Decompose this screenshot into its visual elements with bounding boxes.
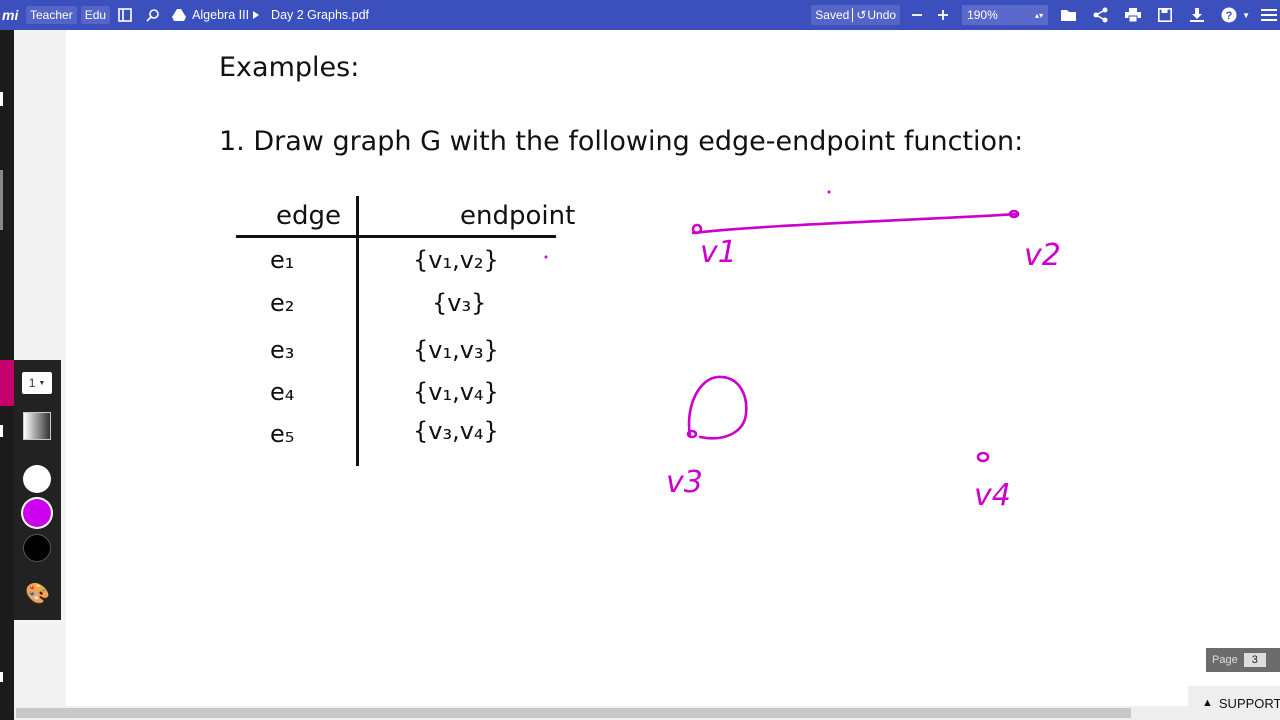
page-number-input[interactable]: 3 — [1243, 653, 1266, 667]
palette-icon[interactable]: 🎨 — [25, 582, 50, 606]
stepper-icon: ▴▾ — [1035, 10, 1044, 20]
save-status: Saved ↺ Undo — [811, 5, 901, 25]
breadcrumb-folder[interactable]: Algebra III — [192, 8, 249, 22]
col-header-edge: edge — [276, 201, 341, 231]
dropdown-caret-icon[interactable]: ▼ — [1242, 11, 1250, 20]
breadcrumb-chevron-icon — [249, 4, 263, 26]
opacity-gradient[interactable] — [23, 412, 51, 440]
palette-accent — [0, 360, 14, 406]
rail-tool-marker[interactable] — [0, 425, 3, 437]
caret-down-icon: ▼ — [38, 379, 46, 387]
color-swatch-black[interactable] — [23, 534, 51, 562]
table-row-endpoint: {v₃} — [432, 289, 487, 317]
problem-prompt: 1. Draw graph G with the following edge-… — [219, 126, 1024, 157]
undo-button[interactable]: ↺ Undo — [856, 8, 896, 22]
sidebar-toggle-icon[interactable] — [114, 4, 136, 26]
table-header-rule — [236, 235, 556, 238]
chevron-up-icon: ▲ — [1202, 697, 1213, 709]
download-icon[interactable] — [1186, 4, 1208, 26]
undo-label: Undo — [867, 8, 897, 22]
page-indicator: Page 3 — [1206, 648, 1280, 672]
top-toolbar: mi Teacher Edu Algebra III Day 2 Graphs.… — [0, 0, 1280, 30]
table-row-endpoint: {v₁,v₃} — [413, 336, 499, 364]
app-logo: mi — [2, 7, 19, 23]
pen-palette: 1 ▼ 🎨 — [0, 360, 61, 620]
table-divider — [356, 196, 359, 466]
color-swatch-white[interactable] — [23, 465, 51, 493]
drive-icon — [168, 4, 190, 26]
table-row-edge: e₅ — [270, 420, 295, 448]
zoom-value: 190% — [967, 8, 998, 22]
color-swatch-magenta[interactable] — [23, 499, 51, 527]
save-icon[interactable] — [1154, 4, 1176, 26]
table-row-edge: e₁ — [270, 246, 295, 274]
pen-size-select[interactable]: 1 ▼ — [22, 372, 52, 394]
teacher-chip[interactable]: Teacher — [26, 6, 77, 24]
table-row-endpoint: {v₁,v₄} — [413, 378, 499, 406]
saved-label: Saved — [815, 8, 850, 22]
pen-size-value: 1 — [28, 376, 36, 390]
menu-icon[interactable] — [1258, 4, 1280, 26]
table-row-endpoint: {v₃,v₄} — [413, 417, 499, 445]
rail-tool-marker[interactable] — [0, 672, 3, 682]
table-row-edge: e₃ — [270, 336, 295, 364]
help-icon[interactable]: ? — [1218, 4, 1240, 26]
table-row-endpoint: {v₁,v₂} — [413, 246, 499, 274]
svg-text:?: ? — [1226, 10, 1233, 22]
support-button[interactable]: ▲ SUPPORT — [1188, 686, 1280, 720]
support-label: SUPPORT — [1218, 695, 1280, 711]
print-icon[interactable] — [1122, 4, 1144, 26]
rail-tool-marker[interactable] — [0, 170, 3, 230]
table-row-edge: e₄ — [270, 378, 295, 406]
table-row-edge: e₂ — [270, 289, 295, 317]
zoom-out-icon[interactable] — [906, 4, 928, 26]
zoom-select[interactable]: 190% ▴▾ — [962, 5, 1049, 25]
zoom-in-icon[interactable] — [932, 4, 954, 26]
undo-icon: ↺ — [856, 8, 867, 22]
col-header-endpoint: endpoint — [460, 201, 576, 231]
search-icon[interactable] — [142, 4, 164, 26]
rail-tool-marker[interactable] — [0, 92, 3, 106]
file-name[interactable]: Day 2 Graphs.pdf — [271, 8, 369, 22]
examples-heading: Examples: — [219, 52, 360, 83]
share-icon[interactable] — [1090, 4, 1112, 26]
scrollbar-thumb[interactable] — [16, 708, 1131, 718]
page-label: Page — [1212, 654, 1238, 666]
open-folder-icon[interactable] — [1058, 4, 1080, 26]
edu-chip[interactable]: Edu — [80, 6, 111, 24]
horizontal-scrollbar[interactable] — [14, 706, 1280, 720]
